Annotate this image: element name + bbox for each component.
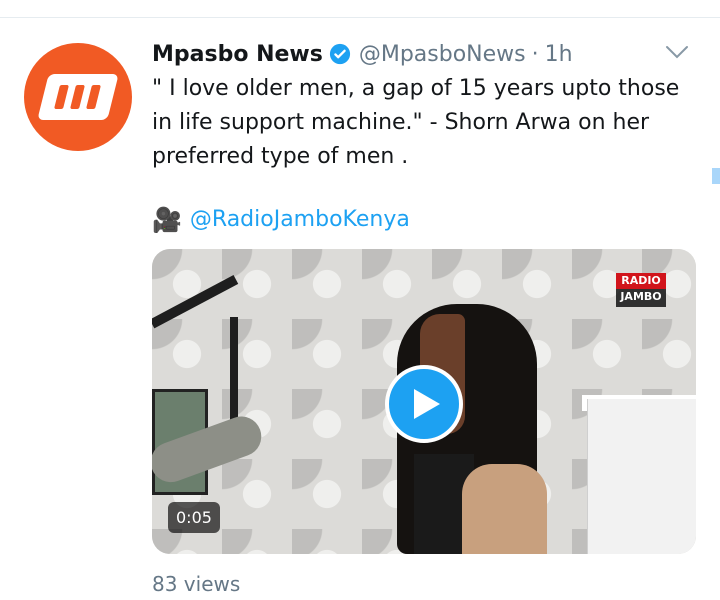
author-handle[interactable]: @MpasboNews	[359, 42, 526, 67]
news-logo-icon	[37, 74, 119, 120]
avatar[interactable]	[24, 43, 132, 151]
play-button[interactable]	[385, 365, 463, 443]
tweet-text: " I love older men, a gap of 15 years up…	[152, 76, 680, 169]
play-icon	[414, 389, 440, 419]
view-count: 83 views	[152, 572, 241, 596]
separator-dot: ·	[531, 41, 539, 67]
mention-link[interactable]: @RadioJamboKenya	[190, 203, 410, 237]
station-watermark: RADIO JAMBO	[616, 273, 666, 307]
chevron-down-icon[interactable]	[664, 42, 690, 62]
desk-shape	[587, 399, 696, 554]
top-divider	[0, 17, 720, 18]
movie-camera-icon: 🎥	[152, 206, 182, 234]
video-duration: 0:05	[168, 502, 220, 533]
video-player[interactable]: RADIO JAMBO 0:05	[152, 249, 696, 554]
tweet-time[interactable]: 1h	[545, 42, 573, 67]
scroll-indicator	[712, 168, 720, 184]
verified-badge-icon	[329, 43, 350, 65]
mention-line: 🎥 @RadioJamboKenya	[152, 203, 410, 237]
author-name[interactable]: Mpasbo News	[152, 42, 323, 67]
tweet-header: Mpasbo News @MpasboNews · 1h	[152, 38, 690, 70]
